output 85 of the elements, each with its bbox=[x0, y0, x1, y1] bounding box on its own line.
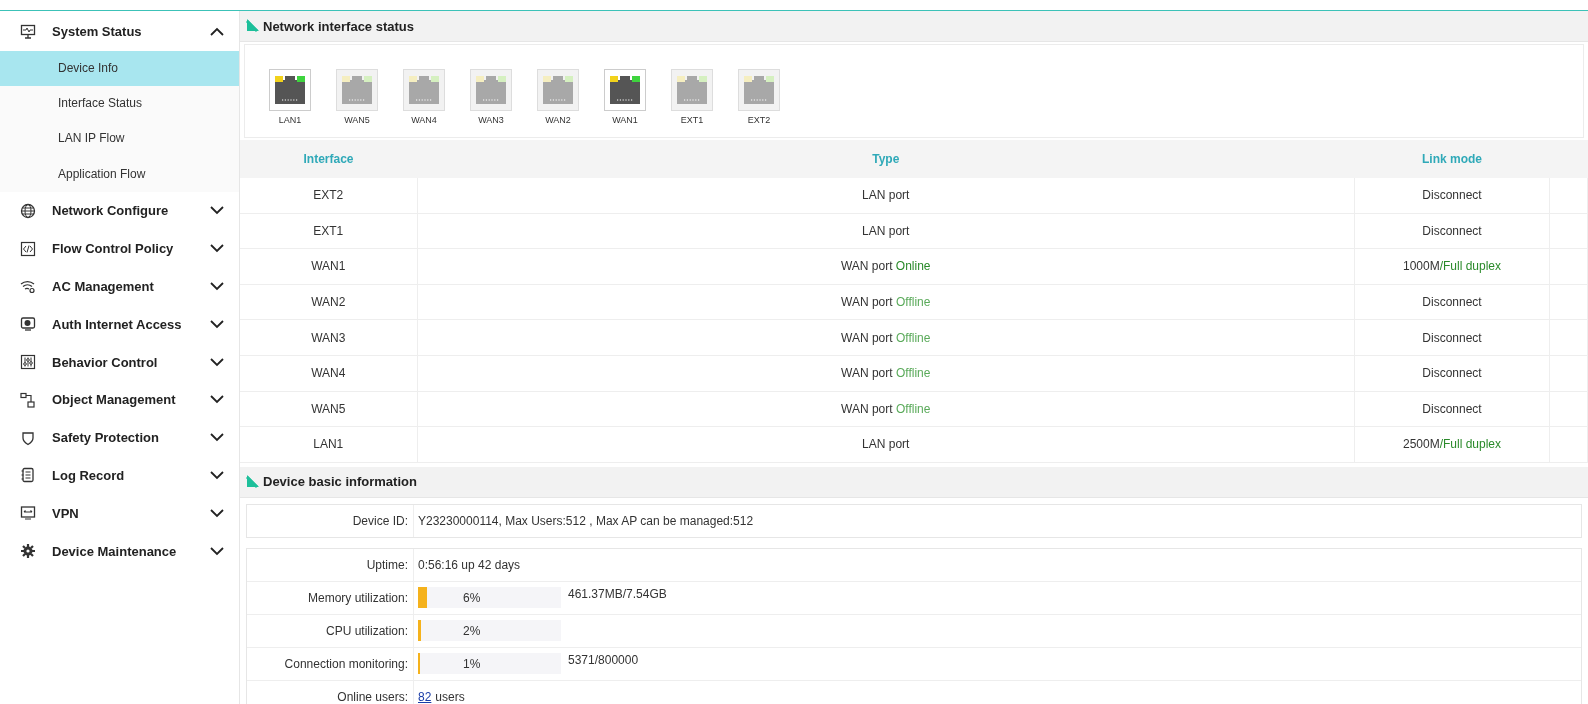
table-cell: WAN2 bbox=[240, 284, 417, 320]
field-value: Y23230000114, Max Users:512 , Max AP can be managed:512 bbox=[418, 513, 754, 528]
field-value: users bbox=[435, 689, 465, 704]
code-icon bbox=[20, 240, 36, 257]
table-cell: WAN3 bbox=[240, 319, 417, 356]
table-cell: WAN1 bbox=[240, 248, 417, 285]
submenu-item[interactable]: LAN IP Flow bbox=[0, 121, 239, 157]
column-header: Type bbox=[417, 140, 1355, 178]
table-cell: LAN port bbox=[862, 437, 910, 452]
nav-menu-item[interactable]: Flow Control Policy bbox=[0, 229, 239, 268]
status-text: Offline bbox=[895, 366, 931, 381]
gear-icon bbox=[20, 543, 36, 560]
table-cell: Disconnect bbox=[1422, 223, 1482, 238]
table-cell: Disconnect bbox=[1422, 188, 1482, 203]
submenu-item[interactable]: Device Info bbox=[0, 50, 239, 87]
shield-icon bbox=[20, 429, 36, 446]
nav-menu-item[interactable]: Log Record bbox=[0, 456, 239, 495]
table-cell: EXT1 bbox=[240, 213, 417, 249]
field-label: Connection monitoring: bbox=[247, 647, 414, 680]
table-cell: WAN port bbox=[841, 366, 893, 381]
column-header: Link mode bbox=[1354, 140, 1550, 178]
table-cell: Disconnect bbox=[1422, 295, 1482, 310]
status-text: Offline bbox=[895, 401, 931, 416]
table-cell: WAN port bbox=[841, 401, 893, 416]
field-value: 461.37MB/7.54GB bbox=[568, 587, 667, 602]
field-label: Uptime: bbox=[247, 548, 414, 581]
monitor-icon bbox=[20, 23, 36, 40]
nav-menu-item[interactable]: Device Maintenance bbox=[0, 532, 239, 570]
table-cell: LAN1 bbox=[240, 426, 417, 463]
table-cell: WAN port bbox=[841, 330, 893, 345]
submenu-item[interactable]: Application Flow bbox=[0, 156, 239, 192]
port-label: WAN4 bbox=[411, 115, 437, 125]
table-cell: LAN port bbox=[862, 223, 910, 238]
nav-menu-item[interactable]: Behavior Control bbox=[0, 343, 239, 381]
meter-reading: 6% bbox=[463, 591, 481, 606]
linked-squares-icon bbox=[20, 391, 36, 408]
status-text: Offline bbox=[895, 330, 931, 345]
port-label: EXT2 bbox=[747, 115, 771, 125]
link-mode: 2500M/Full duplex bbox=[1402, 437, 1502, 452]
table-cell: WAN5 bbox=[240, 391, 417, 427]
screen-globe-icon bbox=[20, 316, 36, 333]
screen-arrow-icon bbox=[20, 505, 36, 522]
users-link[interactable]: 82 bbox=[418, 689, 432, 704]
table-cell: LAN port bbox=[862, 188, 910, 203]
panel-title: Device basic information bbox=[263, 474, 417, 490]
globe-icon bbox=[20, 202, 36, 219]
link-mode: 1000M/Full duplex bbox=[1402, 259, 1502, 274]
arrow-icon bbox=[245, 19, 259, 33]
port-label: WAN2 bbox=[545, 115, 571, 125]
sliders-icon bbox=[20, 354, 36, 371]
table-cell: Disconnect bbox=[1422, 330, 1482, 345]
table-cell: EXT2 bbox=[240, 178, 417, 214]
nav-menu-item[interactable]: Object Management bbox=[0, 380, 239, 419]
port-label: WAN3 bbox=[478, 115, 504, 125]
table-cell: Disconnect bbox=[1422, 401, 1482, 416]
meter-reading: 1% bbox=[463, 657, 481, 672]
column-header: Interface bbox=[240, 140, 417, 178]
wifi-icon bbox=[20, 278, 36, 295]
arrow-icon bbox=[245, 474, 259, 489]
document-icon bbox=[20, 467, 36, 484]
field-label: Device ID: bbox=[247, 504, 414, 537]
port-label: WAN1 bbox=[612, 115, 638, 125]
status-text: Offline bbox=[895, 295, 931, 310]
field-label: CPU utilization: bbox=[247, 614, 414, 647]
port-label: WAN5 bbox=[344, 115, 370, 125]
nav-menu-item[interactable]: Safety Protection bbox=[0, 418, 239, 457]
status-text: Online bbox=[895, 259, 931, 274]
port-label: LAN1 bbox=[278, 115, 302, 125]
table-cell: WAN4 bbox=[240, 355, 417, 392]
field-label: Online users: bbox=[247, 680, 414, 704]
nav-menu-item[interactable]: Network Configure bbox=[0, 192, 239, 230]
submenu-item[interactable]: Interface Status bbox=[0, 86, 239, 122]
table-cell: Disconnect bbox=[1422, 366, 1482, 381]
port-label: EXT1 bbox=[680, 115, 704, 125]
nav-menu-item[interactable]: Auth Internet Access bbox=[0, 305, 239, 344]
nav-menu-item[interactable]: VPN bbox=[0, 494, 239, 533]
field-label: Memory utilization: bbox=[247, 581, 414, 614]
nav-menu-item[interactable]: System Status bbox=[0, 13, 239, 51]
table-cell: WAN port bbox=[841, 295, 893, 310]
field-value: 5371/800000 bbox=[568, 653, 639, 668]
panel-title: Network interface status bbox=[263, 18, 414, 34]
meter-reading: 2% bbox=[463, 624, 481, 639]
nav-menu-item[interactable]: AC Management bbox=[0, 267, 239, 306]
table-cell: WAN port bbox=[840, 259, 893, 274]
field-value: 0:56:16 up 42 days bbox=[418, 557, 521, 572]
